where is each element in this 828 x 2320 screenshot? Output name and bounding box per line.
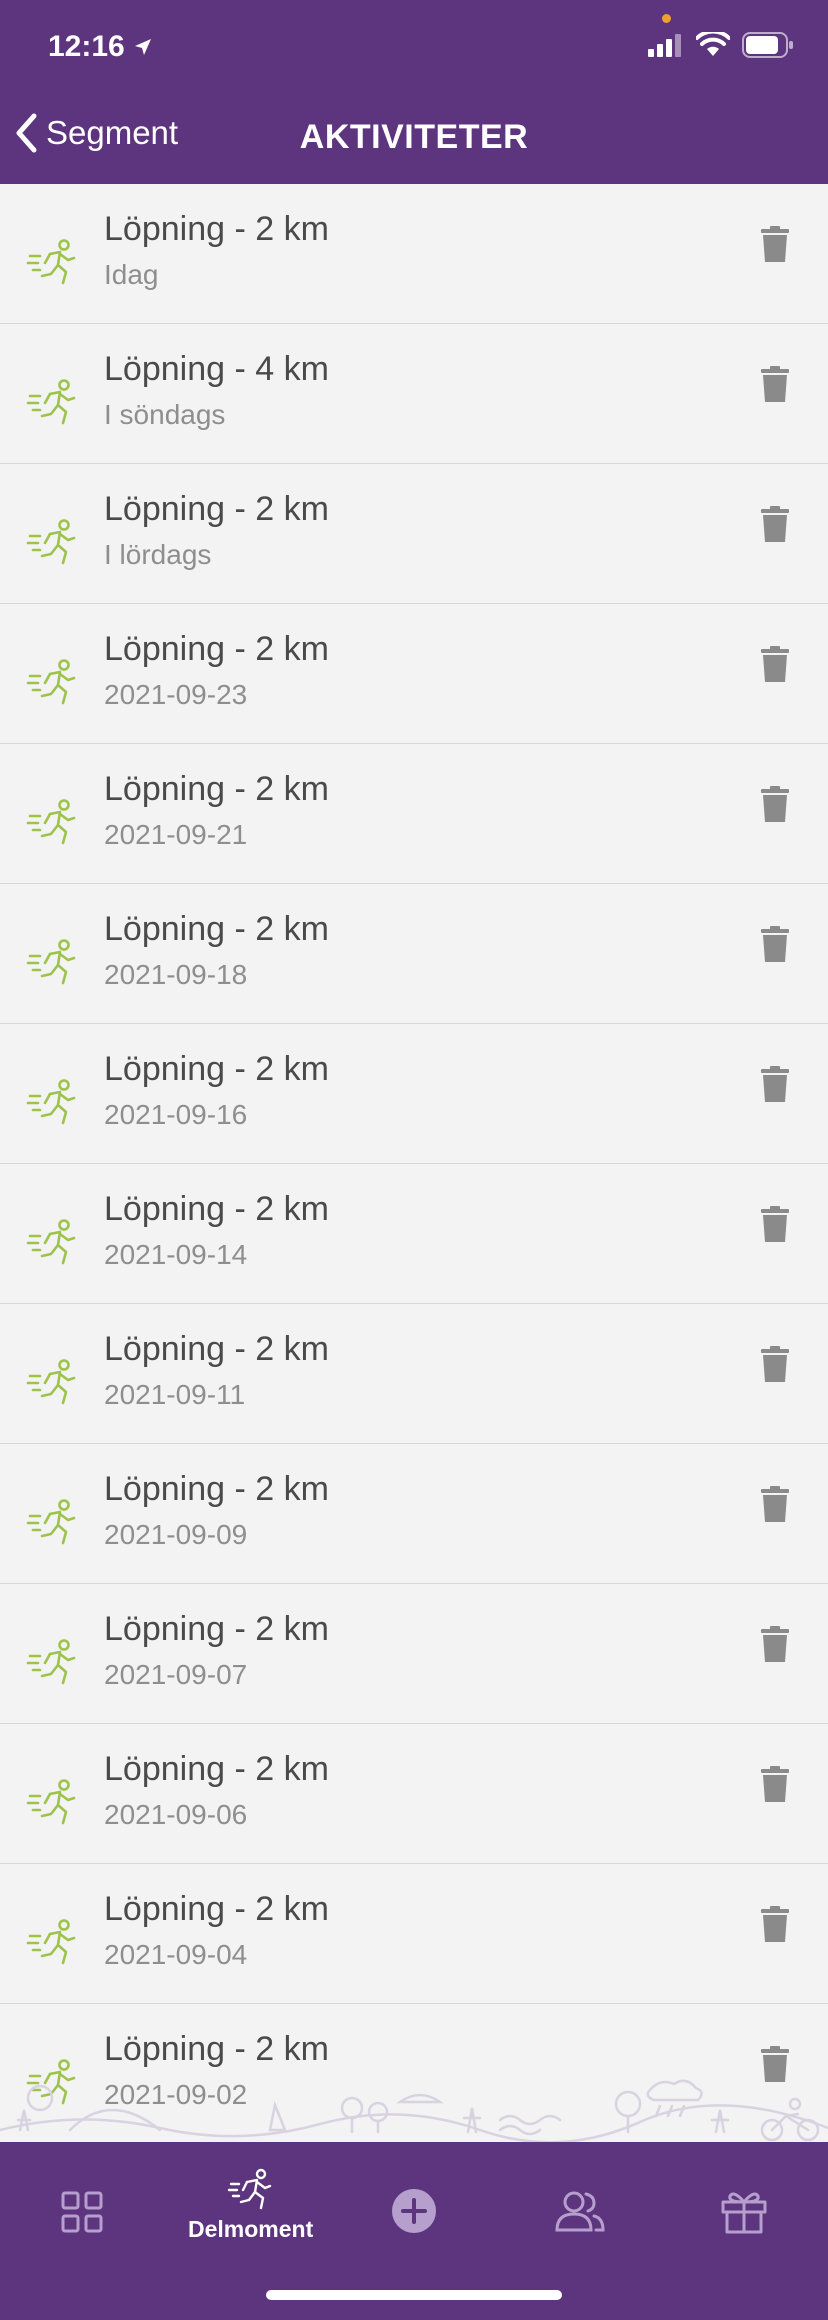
activity-title: Löpning - 2 km <box>104 210 329 248</box>
running-icon <box>26 1638 78 1690</box>
activity-date: 2021-09-16 <box>104 1099 248 1130</box>
activity-date: 2021-09-07 <box>104 1659 248 1690</box>
activity-title: Löpning - 2 km <box>104 2030 329 2068</box>
tab-rewards[interactable] <box>684 2168 804 2238</box>
status-time-text: 12:16 <box>48 30 125 63</box>
trash-icon[interactable] <box>760 506 790 546</box>
running-icon <box>26 1078 78 1130</box>
activity-date: 2021-09-14 <box>104 1239 248 1270</box>
activity-row[interactable]: Löpning - 2 km 2021-09-02 <box>0 2004 828 2142</box>
activity-row[interactable]: Löpning - 2 km 2021-09-21 <box>0 744 828 884</box>
activity-title: Löpning - 2 km <box>104 1190 329 1228</box>
activity-row[interactable]: Löpning - 2 km 2021-09-07 <box>0 1584 828 1724</box>
running-icon <box>26 238 78 290</box>
activity-title: Löpning - 2 km <box>104 1610 329 1648</box>
home-indicator <box>266 2290 562 2300</box>
activity-date: 2021-09-06 <box>104 1799 248 1830</box>
activity-row[interactable]: Löpning - 2 km I lördags <box>0 464 828 604</box>
plus-circle-icon <box>392 2189 436 2233</box>
activity-title: Löpning - 2 km <box>104 1890 329 1928</box>
location-arrow-icon <box>134 39 151 55</box>
activity-row[interactable]: Löpning - 2 km Idag <box>0 184 828 324</box>
trash-icon[interactable] <box>760 2046 790 2086</box>
activity-row[interactable]: Löpning - 2 km 2021-09-11 <box>0 1304 828 1444</box>
wifi-icon <box>696 32 730 56</box>
activity-title: Löpning - 2 km <box>104 910 329 948</box>
activity-row[interactable]: Löpning - 2 km 2021-09-09 <box>0 1444 828 1584</box>
running-icon <box>26 1358 78 1410</box>
trash-icon[interactable] <box>760 226 790 266</box>
activity-title: Löpning - 2 km <box>104 1750 329 1788</box>
activity-title: Löpning - 2 km <box>104 1330 329 1368</box>
running-icon <box>26 518 78 570</box>
activity-title: Löpning - 2 km <box>104 630 329 668</box>
activity-date: 2021-09-09 <box>104 1519 248 1550</box>
activity-row[interactable]: Löpning - 2 km 2021-09-23 <box>0 604 828 744</box>
running-icon <box>26 938 78 990</box>
trash-icon[interactable] <box>760 1486 790 1526</box>
activity-title: Löpning - 2 km <box>104 490 329 528</box>
running-icon <box>26 1918 78 1970</box>
trash-icon[interactable] <box>760 366 790 406</box>
trash-icon[interactable] <box>760 926 790 966</box>
activity-list[interactable]: Löpning - 2 km Idag Löpning - 4 km I söndag… <box>0 184 828 2142</box>
privacy-indicator-dot <box>662 14 671 23</box>
activity-date: Idag <box>104 259 159 290</box>
status-bar-icons <box>648 32 794 58</box>
activity-row[interactable]: Löpning - 2 km 2021-09-14 <box>0 1164 828 1304</box>
cellular-signal-icon <box>648 34 681 57</box>
running-icon <box>26 658 78 710</box>
activity-row[interactable]: Löpning - 2 km 2021-09-04 <box>0 1864 828 2004</box>
activity-date: 2021-09-21 <box>104 819 248 850</box>
status-bar-time: 12:16 <box>48 30 153 64</box>
running-icon <box>26 1778 78 1830</box>
running-icon <box>26 2058 78 2110</box>
trash-icon[interactable] <box>760 646 790 686</box>
trash-icon[interactable] <box>760 1626 790 1666</box>
grid-icon <box>61 2191 103 2233</box>
running-icon <box>26 378 78 430</box>
activity-date: 2021-09-04 <box>104 1939 248 1970</box>
activity-title: Löpning - 2 km <box>104 1050 329 1088</box>
trash-icon[interactable] <box>760 1346 790 1386</box>
running-icon <box>26 1498 78 1550</box>
app-header: 12:16 Segment AKTIVITETER <box>0 0 828 184</box>
activity-date: 2021-09-02 <box>104 2079 248 2110</box>
activity-title: Löpning - 2 km <box>104 1470 329 1508</box>
activity-date: 2021-09-11 <box>104 1379 246 1410</box>
activity-date: I söndags <box>104 399 226 430</box>
page-title: AKTIVITETER <box>299 118 529 156</box>
activity-row[interactable]: Löpning - 4 km I söndags <box>0 324 828 464</box>
battery-icon <box>742 32 793 58</box>
bottom-tab-bar: Delmoment <box>0 2142 828 2320</box>
activity-date: 2021-09-23 <box>104 679 248 710</box>
running-icon <box>26 798 78 850</box>
activity-date: 2021-09-18 <box>104 959 248 990</box>
running-icon <box>26 1218 78 1270</box>
activity-row[interactable]: Löpning - 2 km 2021-09-06 <box>0 1724 828 1864</box>
tab-team[interactable] <box>520 2168 640 2238</box>
gift-icon <box>721 2192 767 2234</box>
tab-delmoment[interactable]: Delmoment <box>188 2168 314 2243</box>
tab-add[interactable] <box>354 2168 474 2238</box>
trash-icon[interactable] <box>760 786 790 826</box>
activity-title: Löpning - 2 km <box>104 770 329 808</box>
tab-delmoment-label: Delmoment <box>188 2216 314 2242</box>
runner-icon <box>227 2168 272 2210</box>
tab-overview[interactable] <box>22 2168 142 2238</box>
people-icon <box>555 2191 605 2232</box>
activity-row[interactable]: Löpning - 2 km 2021-09-18 <box>0 884 828 1024</box>
trash-icon[interactable] <box>760 1066 790 1106</box>
activity-title: Löpning - 4 km <box>104 350 329 388</box>
trash-icon[interactable] <box>760 1766 790 1806</box>
trash-icon[interactable] <box>760 1906 790 1946</box>
activity-row[interactable]: Löpning - 2 km 2021-09-16 <box>0 1024 828 1164</box>
trash-icon[interactable] <box>760 1206 790 1246</box>
activity-date: I lördags <box>104 539 212 570</box>
